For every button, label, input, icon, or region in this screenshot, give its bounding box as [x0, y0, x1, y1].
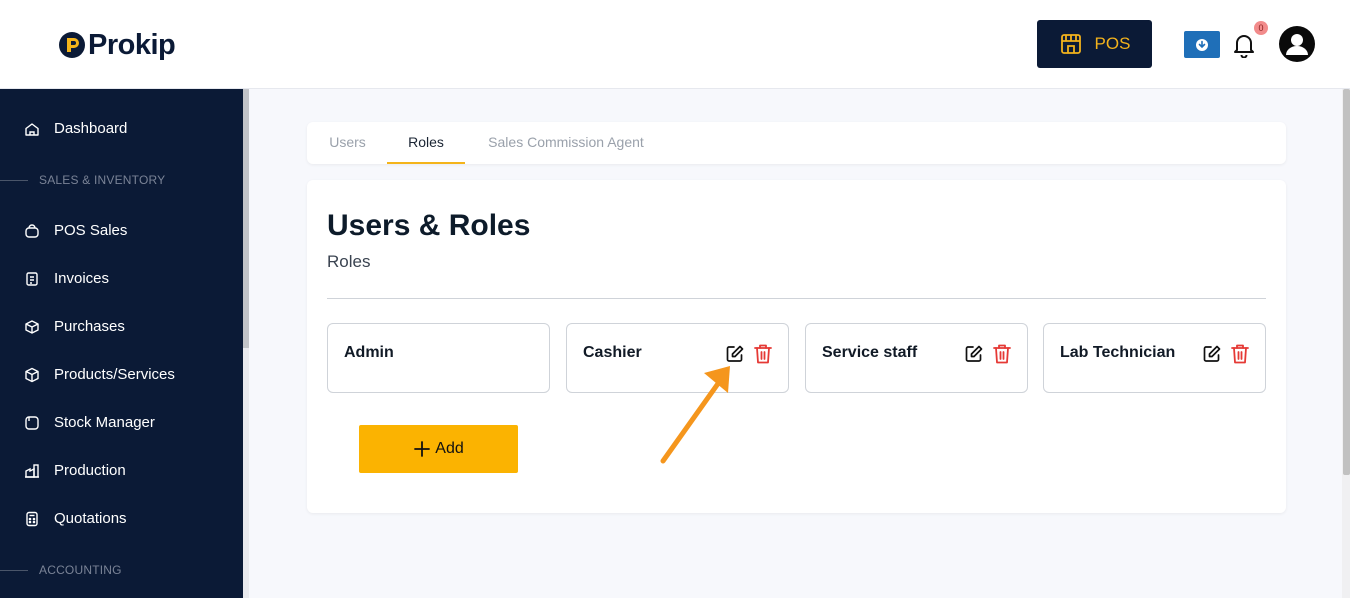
sidebar: Dashboard SALES & INVENTORY POS Sales In… — [0, 89, 243, 598]
logo[interactable]: Prokip — [58, 28, 176, 62]
role-card-lab-technician[interactable]: Lab Technician — [1043, 323, 1266, 393]
sidebar-item-pos-sales[interactable]: POS Sales — [24, 222, 127, 239]
sidebar-item-products-services[interactable]: Products/Services — [24, 366, 175, 383]
sidebar-item-dashboard[interactable]: Dashboard — [24, 120, 127, 137]
stock-icon — [25, 415, 39, 430]
add-role-button[interactable]: Add — [359, 425, 518, 473]
top-header: Prokip POS 0 — [0, 0, 1350, 89]
notification-badge: 0 — [1254, 21, 1268, 35]
annotation-arrow-icon — [660, 366, 730, 464]
tab-roles[interactable]: Roles — [387, 122, 465, 164]
page-scrollbar-thumb[interactable] — [1343, 89, 1350, 475]
sidebar-item-purchases[interactable]: Purchases — [24, 318, 125, 335]
divider — [327, 298, 1266, 299]
edit-icon[interactable] — [1202, 344, 1222, 364]
sidebar-item-invoices[interactable]: Invoices — [24, 270, 109, 287]
page-subtitle: Roles — [327, 252, 371, 271]
trash-icon[interactable] — [753, 343, 773, 365]
role-card-admin[interactable]: Admin — [327, 323, 550, 393]
bell-icon[interactable] — [1232, 32, 1256, 58]
trash-icon[interactable] — [1230, 343, 1250, 365]
trash-icon[interactable] — [992, 343, 1012, 365]
add-button-label: Add — [435, 440, 464, 457]
plus-icon — [414, 441, 431, 457]
role-name: Lab Technician — [1060, 344, 1176, 361]
box-icon — [25, 319, 39, 334]
role-card-service-staff[interactable]: Service staff — [805, 323, 1028, 393]
user-avatar-icon[interactable] — [1279, 26, 1315, 62]
tabs-bar: Users Roles Sales Commission Agent — [307, 122, 1286, 164]
home-icon — [25, 122, 39, 136]
calculator-icon — [26, 511, 38, 526]
sidebar-item-stock-manager[interactable]: Stock Manager — [24, 414, 155, 431]
tab-sales-commission-agent[interactable]: Sales Commission Agent — [487, 122, 645, 164]
download-icon — [1196, 38, 1208, 51]
pos-button[interactable]: POS — [1037, 20, 1152, 68]
roles-card: Users & Roles Roles Admin Cashier Servic… — [307, 180, 1286, 513]
role-name: Service staff — [822, 344, 918, 361]
tab-users[interactable]: Users — [329, 122, 366, 164]
receipt-icon — [26, 271, 38, 286]
sidebar-item-label: Dashboard — [54, 120, 128, 137]
sidebar-item-quotations[interactable]: Quotations — [24, 510, 127, 527]
sidebar-item-label: Products/Services — [54, 366, 175, 383]
sidebar-item-label: POS Sales — [54, 222, 128, 239]
role-name: Admin — [344, 344, 394, 361]
sidebar-item-label: Quotations — [54, 510, 127, 527]
download-button[interactable] — [1184, 31, 1220, 58]
role-name: Cashier — [583, 344, 642, 361]
factory-icon — [25, 463, 39, 478]
sidebar-item-label: Stock Manager — [54, 414, 155, 431]
page-title: Users & Roles — [327, 209, 531, 242]
store-icon — [1060, 34, 1081, 54]
logo-text: Prokip — [88, 29, 176, 61]
sidebar-item-production[interactable]: Production — [24, 462, 126, 479]
pos-button-label: POS — [1094, 34, 1131, 53]
edit-icon[interactable] — [964, 344, 984, 364]
sidebar-section-accounting: ACCOUNTING — [0, 563, 122, 577]
sidebar-item-label: Purchases — [54, 318, 125, 335]
sidebar-scrollbar-thumb[interactable] — [243, 89, 249, 348]
sidebar-item-label: Production — [54, 462, 126, 479]
sidebar-item-label: Invoices — [54, 270, 110, 287]
bag-icon — [25, 223, 39, 238]
prokip-logo-icon — [59, 32, 85, 58]
sidebar-section-sales-inventory: SALES & INVENTORY — [0, 173, 165, 187]
cube-icon — [25, 367, 39, 382]
